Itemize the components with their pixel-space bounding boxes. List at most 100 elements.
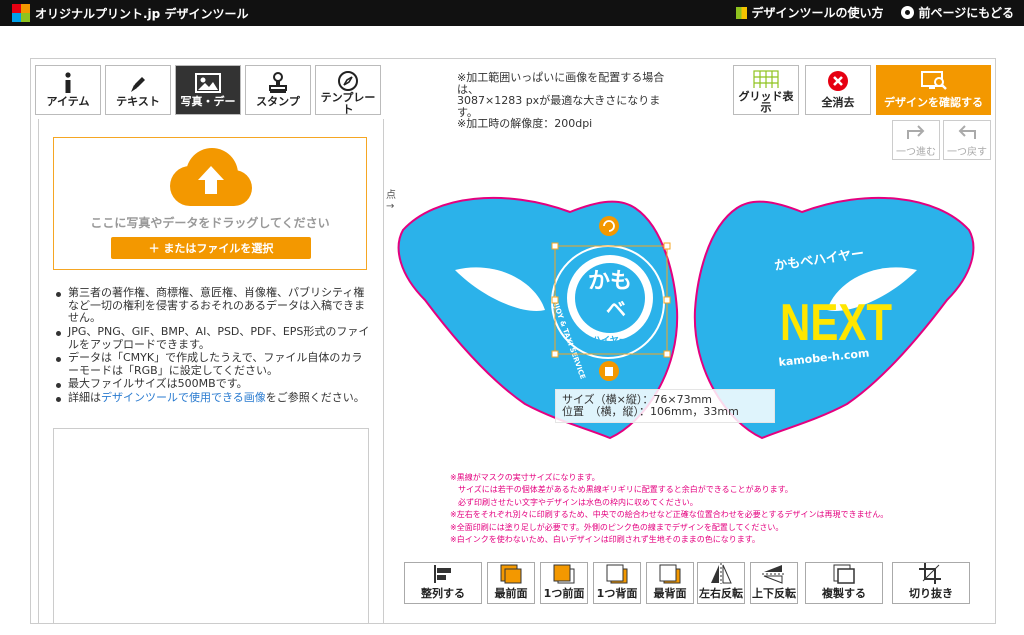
send-to-back-button[interactable]: 最背面 <box>646 562 694 604</box>
tab-text[interactable]: テキスト <box>105 65 171 115</box>
back-link[interactable]: 前ページにもどる <box>901 4 1014 21</box>
resize-handle <box>663 242 671 250</box>
resize-handle <box>551 350 559 358</box>
flip-horizontal-label: 左右反転 <box>699 587 743 600</box>
pen-icon <box>127 70 149 96</box>
book-icon <box>736 6 748 19</box>
resolution-info: ※加工範囲いっぱいに画像を配置する場合は、 3087×1283 pxが最適な大き… <box>457 72 677 130</box>
resize-handle <box>551 296 559 304</box>
align-button[interactable]: 整列する <box>404 562 482 604</box>
tab-item[interactable]: アイテム <box>35 65 101 115</box>
drop-instruction: ここに写真やデータをドラッグしてください <box>90 216 330 230</box>
clear-all-button[interactable]: 全消去 <box>805 65 871 115</box>
align-label: 整列する <box>421 587 465 600</box>
undo-button[interactable]: 一つ戻す <box>943 120 991 160</box>
note-item: 第三者の著作権、商標権、意匠権、肖像権、パブリシティ権など一切の権利を侵害するお… <box>52 286 370 325</box>
site-logo[interactable]: オリジナルプリント.jp デザインツール <box>12 4 248 22</box>
logo-text: オリジナルプリント.jp デザインツール <box>35 6 249 21</box>
warning-line: ※左右をそれぞれ別々に印刷するため、中央での絵合わせなど正確な位置合わせを必要と… <box>450 510 889 520</box>
confirm-design-label: デザインを確認する <box>884 96 983 109</box>
send-backward-label: 1つ背面 <box>596 587 638 600</box>
grid-icon <box>753 70 779 88</box>
size-readout: サイズ（横×縦）：76×73mm <box>562 393 713 406</box>
supported-images-link[interactable]: デザインツールで使用できる画像 <box>101 391 266 404</box>
front-icon <box>500 564 522 584</box>
undo-label: 一つ戻す <box>947 147 987 158</box>
tab-text-label: テキスト <box>116 95 160 108</box>
rotate-handle-icon <box>599 216 619 236</box>
duplicate-icon <box>833 564 855 584</box>
tab-item-label: アイテム <box>46 95 90 108</box>
send-backward-button[interactable]: 1つ背面 <box>593 562 641 604</box>
image-icon <box>195 70 221 96</box>
upload-dropzone[interactable]: ここに写真やデータをドラッグしてください ＋ またはファイルを選択 <box>53 137 367 270</box>
backward-icon <box>606 564 628 584</box>
note-item: JPG、PNG、GIF、BMP、AI、PSD、PDF、EPS形式のファイルをアッ… <box>52 325 370 351</box>
redo-label: 一つ進む <box>896 147 936 158</box>
info-line: 3087×1283 pxが最適な大きさになります。 <box>457 94 661 119</box>
clear-all-label: 全消去 <box>821 96 855 109</box>
howto-link[interactable]: デザインツールの使い方 <box>736 4 883 21</box>
uploaded-images-list <box>53 428 369 624</box>
resize-handle <box>663 350 671 358</box>
tab-photo[interactable]: 写真・デー <box>175 65 241 115</box>
info-icon <box>61 70 75 96</box>
size-position-tooltip: サイズ（横×縦）：76×73mm 位置 （横，縦）：106mm，33mm <box>555 389 775 423</box>
close-circle-icon <box>828 71 848 91</box>
right-big-text: NEXT <box>780 294 892 352</box>
compass-icon <box>337 70 359 92</box>
redo-button[interactable]: 一つ進む <box>892 120 940 160</box>
howto-link-label: デザインツールの使い方 <box>751 6 884 20</box>
upload-notes: 第三者の著作権、商標権、意匠権、肖像権、パブリシティ権など一切の権利を侵害するお… <box>52 286 370 406</box>
cloud-upload-icon <box>170 148 252 206</box>
back-icon <box>659 564 681 584</box>
bring-forward-label: 1つ前面 <box>543 587 585 600</box>
warning-line: ※全面印刷には塗り足しが必要です。外側のピンク色の線までデザインを配置してくださ… <box>450 522 784 532</box>
send-to-back-label: 最背面 <box>653 587 687 600</box>
info-line: ※加工範囲いっぱいに画像を配置する場合は、 <box>457 71 665 96</box>
tab-template[interactable]: テンプレー ト <box>315 65 381 115</box>
crop-button[interactable]: 切り抜き <box>892 562 970 604</box>
flip-horizontal-button[interactable]: 左右反転 <box>697 562 745 604</box>
warning-line: ※黒線がマスクの実寸サイズになります。 <box>450 473 600 482</box>
flip-vertical-button[interactable]: 上下反転 <box>750 562 798 604</box>
confirm-design-button[interactable]: デザインを確認する <box>876 65 991 115</box>
tool-tabs: アイテム テキスト 写真・デー スタンプ テンプレー ト <box>35 65 381 115</box>
tab-stamp-label: スタンプ <box>256 95 300 108</box>
tab-photo-label: 写真・デー <box>180 95 236 108</box>
crop-icon <box>919 563 941 584</box>
resize-handle <box>663 296 671 304</box>
left-logo-mid: ベ <box>606 297 626 321</box>
grid-button-label: グリッド表示 <box>738 89 794 115</box>
print-warnings: ※黒線がマスクの実寸サイズになります。 サイズには若干の個体差があるため黒線ギリ… <box>450 472 990 564</box>
stamp-icon <box>267 70 289 96</box>
bring-to-front-button[interactable]: 最前面 <box>487 562 535 604</box>
note-item: 詳細はデザインツールで使用できる画像をご参照ください。 <box>52 391 370 405</box>
align-icon <box>434 565 451 583</box>
flip-vertical-icon <box>762 565 786 584</box>
back-link-label: 前ページにもどる <box>918 6 1014 20</box>
left-logo-arc: ハイヤー <box>592 335 628 346</box>
monitor-search-icon <box>920 71 947 90</box>
note-detail-suffix: をご参照ください。 <box>265 391 365 405</box>
undo-icon <box>958 125 976 139</box>
left-logo-top: かも <box>588 269 632 294</box>
note-item: データは「CMYK」で作成したうえで、ファイル自体のカラーモードは「RGB」に設… <box>52 351 370 377</box>
warning-line: 必ず印刷させたい文字やデザインは水色の枠内に収めてください。 <box>450 497 698 507</box>
grid-button[interactable]: グリッド表示 <box>733 65 799 115</box>
forward-icon <box>553 564 575 584</box>
flip-vertical-label: 上下反転 <box>752 587 796 600</box>
tab-stamp[interactable]: スタンプ <box>245 65 311 115</box>
flip-horizontal-icon <box>711 563 732 584</box>
top-bar: オリジナルプリント.jp デザインツール デザインツールの使い方 前ページにもど… <box>0 0 1024 26</box>
duplicate-button[interactable]: 複製する <box>805 562 883 604</box>
warning-line: ※白インクを使わないため、白いデザインは印刷されず生地そのままの色になります。 <box>450 534 760 544</box>
back-circle-icon <box>901 6 915 19</box>
select-file-button[interactable]: ＋ またはファイルを選択 <box>111 237 311 259</box>
redo-icon <box>907 125 925 139</box>
warning-line: サイズには若干の個体差があるため黒線ギリギリに配置すると余白ができることがありま… <box>450 485 793 495</box>
info-line: ※加工時の解像度：200dpi <box>457 117 593 131</box>
bring-to-front-label: 最前面 <box>494 587 528 600</box>
bring-forward-button[interactable]: 1つ前面 <box>540 562 588 604</box>
tab-template-label: テンプレー ト <box>320 91 376 115</box>
